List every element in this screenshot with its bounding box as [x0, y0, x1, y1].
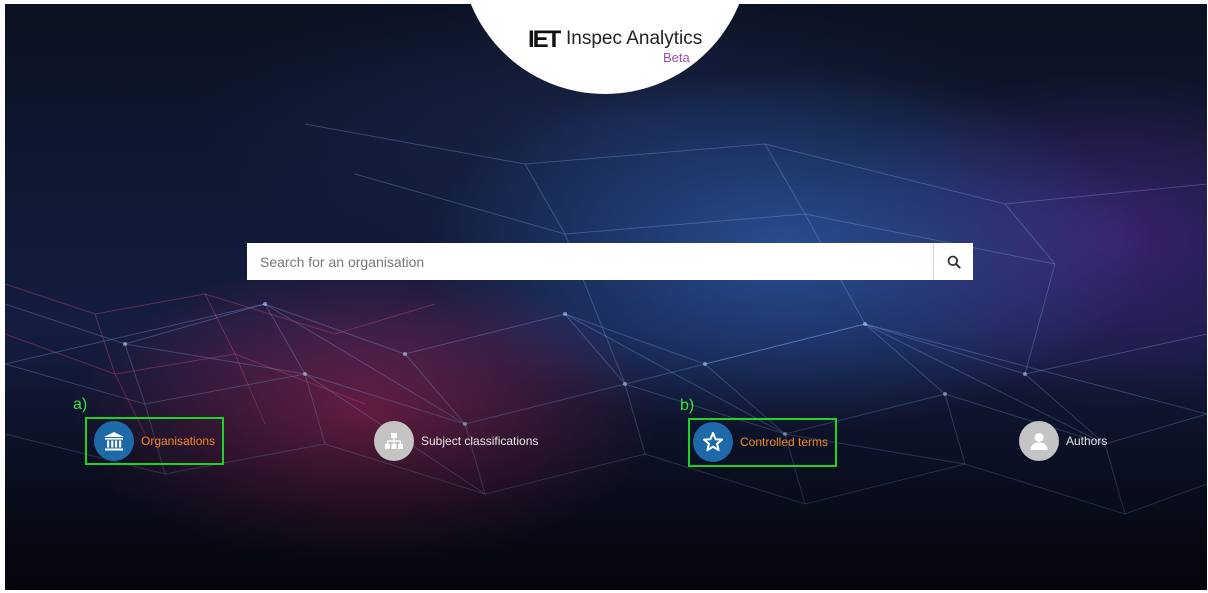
- institution-icon: [94, 421, 134, 461]
- search-bar: [247, 243, 973, 280]
- beta-tag: Beta: [663, 50, 690, 65]
- annotation-tag-a: a): [73, 396, 88, 413]
- hierarchy-icon: [374, 421, 414, 461]
- person-icon: [1019, 421, 1059, 461]
- search-input[interactable]: [247, 243, 933, 280]
- category-label: Controlled terms: [740, 435, 829, 449]
- search-icon: [947, 255, 961, 269]
- search-button[interactable]: [933, 243, 973, 280]
- star-icon: [693, 422, 733, 462]
- category-label: Subject classifications: [421, 434, 539, 448]
- category-controlled-terms[interactable]: Controlled terms: [693, 422, 828, 462]
- brand-logo[interactable]: IET Inspec Analytics Beta: [528, 26, 708, 66]
- brand-mark: IET: [528, 26, 561, 53]
- brand-name: Inspec Analytics: [566, 28, 703, 49]
- category-label: Authors: [1066, 434, 1108, 448]
- category-subject-classifications[interactable]: Subject classifications: [374, 421, 538, 461]
- category-authors[interactable]: Authors: [1019, 421, 1107, 461]
- annotation-tag-b: b): [680, 397, 695, 414]
- category-organisations[interactable]: Organisations: [94, 421, 215, 461]
- category-label: Organisations: [141, 434, 216, 448]
